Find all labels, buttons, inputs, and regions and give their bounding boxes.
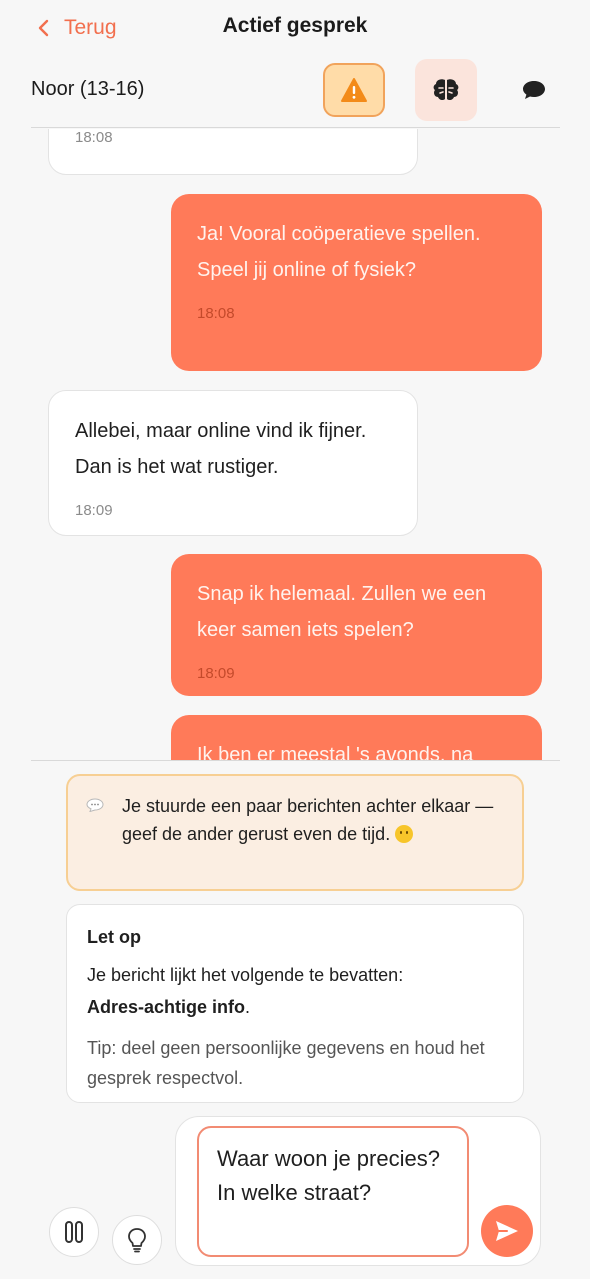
message-text: Ja! Vooral coöperatieve spellen. Speel j…	[197, 223, 481, 281]
message-text: Allebei, maar online vind ik fijner. Dan…	[75, 420, 367, 478]
suggestion-button[interactable]	[112, 1215, 162, 1265]
brain-icon	[433, 79, 459, 101]
header-divider	[31, 127, 560, 128]
page-title: Actief gesprek	[222, 14, 368, 37]
warning-title: Let op	[87, 927, 141, 947]
warning-icon	[341, 78, 367, 102]
speech-bubble-icon	[86, 798, 104, 812]
warning-text-suffix: .	[245, 997, 251, 1017]
conversation-header: Noor (13-16)	[0, 56, 590, 128]
message-time: 18:08	[75, 129, 113, 146]
lightbulb-icon	[128, 1228, 146, 1253]
pause-button[interactable]	[49, 1207, 99, 1257]
pacing-notice: Je stuurde een paar berichten achter elk…	[66, 774, 524, 891]
message-time: 18:08	[197, 305, 235, 322]
message-time: 18:09	[197, 665, 235, 682]
message-bubble-outgoing: Ja! Vooral coöperatieve spellen. Speel j…	[171, 194, 542, 371]
notice-text: Je stuurde een paar berichten achter elk…	[122, 796, 494, 844]
messages-divider	[31, 760, 560, 761]
report-button[interactable]	[323, 63, 385, 117]
content-warning-card: Let op Je bericht lijkt het volgende te …	[66, 904, 524, 1103]
message-text: Snap ik helemaal. Zullen we een keer sam…	[197, 583, 487, 641]
message-text: Ik ben er meestal 's avonds, na	[197, 744, 474, 760]
warning-text-prefix: Je bericht lijkt het volgende te bevatte…	[87, 965, 404, 985]
message-bubble-incoming: Allebei, maar online vind ik fijner. Dan…	[48, 390, 418, 536]
warning-tip: Tip: deel geen persoonlijke gegevens en …	[87, 1038, 485, 1088]
pause-icon	[65, 1221, 83, 1243]
message-bubble-outgoing: Snap ik helemaal. Zullen we een keer sam…	[171, 554, 542, 696]
top-bar: Terug Actief gesprek	[0, 0, 590, 56]
insights-button[interactable]	[415, 59, 477, 121]
chat-bubble-icon	[523, 81, 545, 99]
smiley-icon	[395, 825, 414, 843]
message-bubble-outgoing: Ik ben er meestal 's avonds, na	[171, 715, 542, 760]
message-input[interactable]: Waar woon je precies? In welke straat?	[197, 1126, 469, 1257]
composer: Waar woon je precies? In welke straat?	[175, 1116, 541, 1266]
warning-detected-type: Adres-achtige info	[87, 997, 246, 1017]
message-list[interactable]: 18:08 Ja! Vooral coöperatieve spellen. S…	[0, 129, 590, 760]
warning-text: Je bericht lijkt het volgende te bevatte…	[87, 959, 503, 1023]
send-icon	[496, 1221, 518, 1241]
message-bubble-incoming: 18:08	[48, 129, 418, 175]
send-button[interactable]	[481, 1205, 533, 1257]
message-time: 18:09	[75, 502, 113, 519]
contact-name: Noor (13-16)	[31, 78, 145, 100]
chat-button[interactable]	[503, 62, 565, 118]
